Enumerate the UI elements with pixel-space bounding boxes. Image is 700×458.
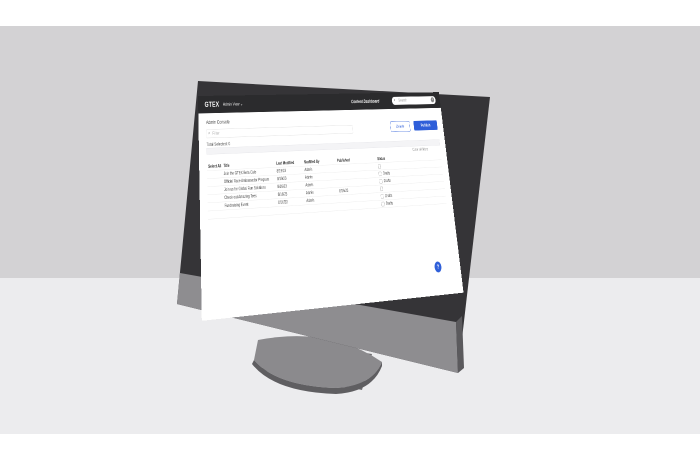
row-status-checkbox[interactable]	[380, 194, 384, 199]
row-status-label: Drafts	[385, 201, 394, 207]
page-title: Admin Console	[206, 119, 230, 126]
row-status-label: Drafts	[383, 178, 391, 184]
row-status-checkbox[interactable]	[378, 171, 382, 177]
photo-scene: GTEX Admin View ⌄ Content Dashboard ⌕ Se…	[0, 0, 700, 458]
delete-button[interactable]: Delete	[390, 121, 411, 133]
bulk-action-bar	[206, 139, 441, 155]
row-published	[340, 202, 379, 205]
content-table: Select All Title Last Modified Modified …	[206, 152, 447, 220]
row-select[interactable]	[208, 172, 222, 173]
content-dashboard-link[interactable]: Content Dashboard	[351, 99, 380, 105]
row-published	[338, 172, 377, 174]
row-published	[337, 165, 376, 167]
brand-logo[interactable]: GTEX	[204, 100, 219, 109]
row-published	[339, 179, 378, 181]
search-input[interactable]: ⌕ Search ×	[391, 96, 437, 105]
clear-search-icon[interactable]: ×	[430, 97, 435, 103]
row-status-label: Drafts	[382, 171, 391, 176]
row-status: Drafts	[381, 198, 445, 207]
row-modified-by: Admin	[304, 167, 313, 173]
row-status-checkbox[interactable]	[379, 186, 384, 192]
search-icon: ⌕	[393, 97, 396, 103]
row-select[interactable]	[209, 212, 223, 213]
row-select[interactable]	[209, 204, 223, 205]
top-nav-bar: GTEX Admin View ⌄ Content Dashboard ⌕ Se…	[198, 92, 441, 114]
filter-input[interactable]: ⌕ Filter	[206, 124, 354, 139]
help-button[interactable]: ?	[434, 261, 442, 273]
row-select[interactable]	[208, 180, 222, 181]
row-status-checkbox[interactable]	[377, 164, 382, 169]
publish-button[interactable]: Publish	[413, 120, 438, 131]
row-modified: 8/16/23	[278, 199, 288, 206]
row-status-checkbox[interactable]	[381, 201, 385, 207]
row-title[interactable]	[225, 209, 277, 212]
row-published	[340, 194, 379, 196]
row-modified	[279, 207, 306, 209]
clear-filters-link[interactable]: Clear all filters	[412, 147, 428, 152]
row-modified: 8/16/23	[277, 192, 288, 198]
search-placeholder: Search	[398, 98, 408, 103]
header-select-all[interactable]: Select All	[208, 164, 222, 169]
row-modified: 8/19/23	[276, 176, 287, 182]
row-modified-by: Admin	[304, 175, 313, 181]
header-last-modified[interactable]: Last Modified	[276, 160, 302, 166]
row-status-checkbox[interactable]	[379, 179, 383, 184]
header-modified-by[interactable]: Modified By	[304, 159, 336, 165]
row-modified: 8/19/23	[276, 168, 287, 174]
row-modified-by	[307, 205, 339, 207]
filter-search-icon: ⌕	[208, 130, 211, 136]
row-select[interactable]	[209, 188, 223, 189]
filter-placeholder: Filter	[212, 130, 220, 136]
row-modified: 8/16/23	[277, 184, 287, 190]
admin-view-menu[interactable]: Admin View ⌄	[223, 101, 243, 107]
row-select[interactable]	[209, 196, 223, 197]
row-status-label: Drafts	[385, 193, 393, 199]
monitor-screen: GTEX Admin View ⌄ Content Dashboard ⌕ Se…	[198, 92, 464, 321]
